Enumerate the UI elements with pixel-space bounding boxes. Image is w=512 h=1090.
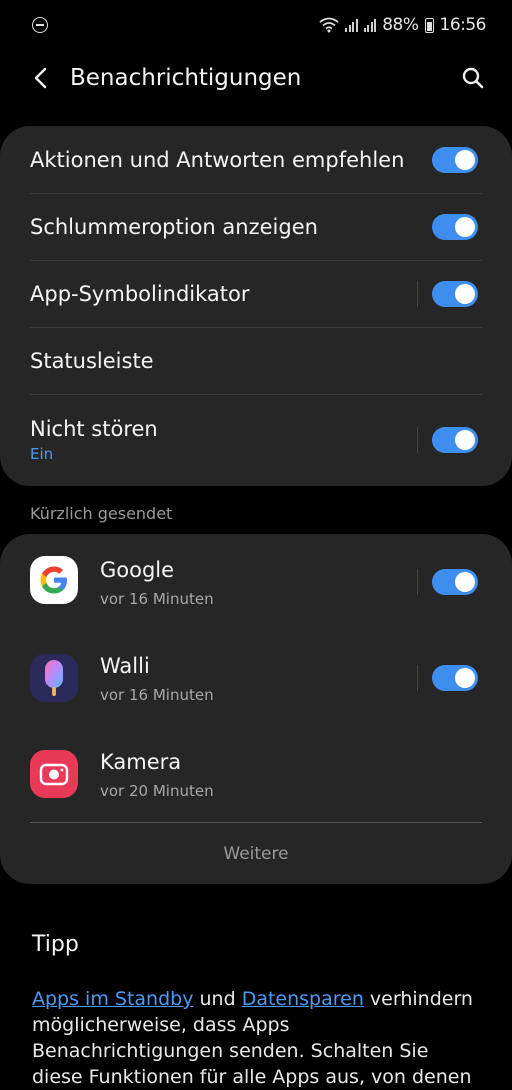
settings-card: Aktionen und Antworten empfehlen Schlumm… [0,126,512,486]
signal-icon-2 [363,18,377,32]
search-icon [462,67,484,88]
toggle-switch[interactable] [432,281,478,307]
recent-apps-card: Google vor 16 Minuten Walli vor 16 Minut… [0,534,512,884]
divider [30,193,482,194]
section-label: Kürzlich gesendet [30,504,173,523]
setting-suggest-actions[interactable]: Aktionen und Antworten empfehlen [30,140,482,180]
toggle-switch[interactable] [432,569,478,595]
toggle-switch[interactable] [432,147,478,173]
vertical-separator [417,665,418,691]
battery-icon [424,17,434,33]
app-name: Google [100,558,175,582]
setting-status-bar[interactable]: Statusleiste [30,341,482,381]
vertical-separator [417,427,418,453]
toggle-switch[interactable] [432,665,478,691]
toggle-switch[interactable] [432,427,478,453]
google-icon [30,556,78,604]
battery-percent: 88% [382,15,419,35]
setting-label: Statusleiste [30,349,154,373]
tip-and: und [193,988,242,1010]
vertical-separator [417,569,418,595]
setting-do-not-disturb[interactable]: Nicht stören Ein [30,410,482,470]
page-title: Benachrichtigungen [70,64,302,91]
walli-icon [30,654,78,702]
app-time: vor 16 Minuten [100,590,214,608]
chevron-left-icon [34,67,47,88]
setting-label: Schlummeroption anzeigen [30,215,318,239]
more-button[interactable]: Weitere [0,844,512,864]
setting-status: Ein [30,445,54,463]
divider [30,327,482,328]
toggle-switch[interactable] [432,214,478,240]
app-time: vor 16 Minuten [100,686,214,704]
setting-label: App-Symbolindikator [30,282,250,306]
setting-label: Nicht stören [30,417,158,441]
tip-body: Apps im Standby und Datensparen verhinde… [32,986,480,1090]
divider [30,260,482,261]
setting-label: Aktionen und Antworten empfehlen [30,148,405,172]
app-time: vor 20 Minuten [100,782,214,800]
apps-standby-link[interactable]: Apps im Standby [32,988,193,1010]
setting-app-badge[interactable]: App-Symbolindikator [30,274,482,314]
app-header: Benachrichtigungen [0,50,512,105]
do-not-disturb-icon [32,17,48,33]
data-saver-link[interactable]: Datensparen [242,988,364,1010]
status-bar: 88% 16:56 [0,0,512,50]
vertical-separator [417,281,418,307]
signal-icon [345,18,358,32]
setting-snooze[interactable]: Schlummeroption anzeigen [30,207,482,247]
divider [30,394,482,395]
app-name: Walli [100,654,150,678]
search-button[interactable] [456,61,490,95]
camera-icon [30,750,78,798]
wifi-icon [319,17,339,33]
divider [30,822,482,823]
app-name: Kamera [100,750,182,774]
clock: 16:56 [439,15,487,35]
back-button[interactable] [26,63,56,93]
tip-title: Tipp [32,932,79,957]
